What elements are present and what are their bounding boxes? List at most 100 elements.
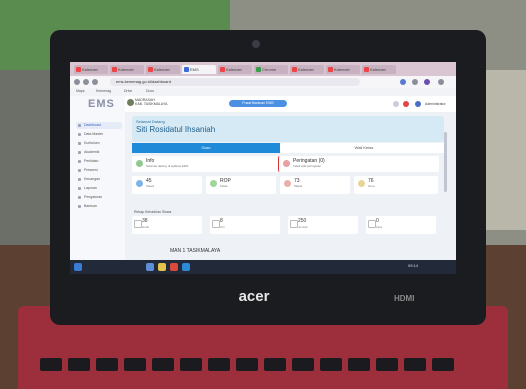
calendar-icon	[78, 169, 81, 172]
tab-label: EMS	[190, 67, 199, 72]
settings-icon[interactable]	[393, 101, 399, 107]
tab-label: Kalender	[334, 67, 351, 72]
app-header: MADRASAH KAB. TASIKMALAYA Pusat Bantuan …	[125, 96, 456, 112]
tab-label: Kalender	[154, 67, 171, 72]
avatar[interactable]	[415, 101, 421, 107]
browser-tab[interactable]: Kalender	[326, 65, 360, 74]
sidebar-item-label: Akademik	[84, 150, 100, 154]
book-icon	[78, 142, 81, 145]
announcement-button[interactable]: Pusat Bantuan EMS	[229, 100, 287, 107]
edge-icon[interactable]	[182, 263, 190, 271]
attendance-stat: 8 Izin	[210, 216, 280, 234]
key[interactable]	[376, 358, 398, 371]
bookmark-item[interactable]: Kemenag	[96, 89, 111, 93]
stat-card-guru: 76 Guru	[354, 176, 438, 194]
bookmark-item[interactable]: Drive	[124, 89, 132, 93]
username[interactable]: Administrator	[425, 102, 446, 106]
sidebar-item-label: Kurikulum	[84, 141, 100, 145]
attendance-value: 8	[220, 218, 223, 224]
key[interactable]	[432, 358, 454, 371]
menu-dots-icon[interactable]	[438, 79, 444, 85]
key[interactable]	[320, 358, 342, 371]
browser-tab[interactable]: Kalender	[110, 65, 144, 74]
tab-label: Kalender	[82, 67, 99, 72]
browser-tab[interactable]: Kalender	[218, 65, 252, 74]
key[interactable]	[208, 358, 230, 371]
sidebar-item-dashboard[interactable]: Dashboard	[76, 122, 122, 129]
tab-label: Kalender	[226, 67, 243, 72]
chrome-icon[interactable]	[170, 263, 178, 271]
tab-label: Kalender	[298, 67, 315, 72]
app-sidebar: EMS Dashboard Data Master Kurikulum Akad…	[70, 96, 125, 260]
sidebar-item[interactable]: Pengaturan	[76, 194, 122, 201]
key[interactable]	[96, 358, 118, 371]
extension-icon[interactable]	[400, 79, 406, 85]
folder-icon	[78, 133, 81, 136]
browser-tab[interactable]: Kalender	[74, 65, 108, 74]
tab-guru[interactable]: Guru	[132, 143, 280, 153]
key[interactable]	[348, 358, 370, 371]
browser-tab-active[interactable]: EMS	[182, 65, 216, 74]
sidebar-item[interactable]: Bantuan	[76, 203, 122, 210]
page-scrollbar[interactable]	[444, 132, 447, 192]
key[interactable]	[404, 358, 426, 371]
key[interactable]	[236, 358, 258, 371]
key[interactable]	[68, 358, 90, 371]
profile-avatar[interactable]	[424, 79, 430, 85]
key[interactable]	[40, 358, 62, 371]
warning-icon	[283, 160, 290, 167]
tab-label: Kalender	[370, 67, 387, 72]
browser-tab[interactable]: Chrome	[254, 65, 288, 74]
url-input[interactable]: ems.kemenag.go.id/dashboard	[110, 78, 360, 86]
tab-wali-kelas[interactable]: Wali Kelas	[294, 143, 434, 153]
start-icon[interactable]	[74, 263, 82, 271]
forward-icon[interactable]	[83, 79, 89, 85]
sidebar-item-label: Dashboard	[84, 123, 102, 127]
sidebar-item[interactable]: Presensi	[76, 167, 122, 174]
folder-icon[interactable]	[158, 263, 166, 271]
tab-favicon-icon	[112, 67, 117, 72]
key[interactable]	[180, 358, 202, 371]
hdmi-label: HDMI	[394, 294, 415, 303]
key[interactable]	[292, 358, 314, 371]
sidebar-item-label: Bantuan	[84, 204, 98, 208]
tab-favicon-icon	[184, 67, 189, 72]
browser-tab[interactable]: Kalender	[362, 65, 396, 74]
app-brand: EMS	[88, 98, 115, 110]
browser-tab[interactable]: Kalender	[146, 65, 180, 74]
sidebar-item[interactable]: Laporan	[76, 185, 122, 192]
sidebar-item[interactable]: Kurikulum	[76, 140, 122, 147]
browser-tab-bar: Kalender Kalender Kalender EMS Kalender …	[70, 62, 456, 76]
section-heading: Rekap Kehadiran Siswa	[134, 210, 172, 214]
tab-favicon-icon	[256, 67, 261, 72]
class-icon	[210, 180, 217, 187]
sidebar-item[interactable]: Akademik	[76, 149, 122, 156]
warning-text: Tidak ada peringatan	[293, 164, 322, 168]
bookmark-item[interactable]: Docs	[146, 89, 154, 93]
webcam-icon	[252, 40, 260, 48]
notification-icon[interactable]	[403, 101, 409, 107]
sidebar-item[interactable]: Keuangan	[76, 176, 122, 183]
bookmark-star-icon[interactable]	[412, 79, 418, 85]
welcome-greeting: Selamat Datang	[136, 119, 165, 124]
key[interactable]	[124, 358, 146, 371]
tab-favicon-icon	[328, 67, 333, 72]
file-explorer-icon[interactable]	[146, 263, 154, 271]
bookmark-item[interactable]: Maps	[76, 89, 85, 93]
browser-tab[interactable]: Kalender	[290, 65, 324, 74]
attendance-label: Izin	[220, 225, 225, 229]
reload-icon[interactable]	[92, 79, 98, 85]
laptop-screen: Kalender Kalender Kalender EMS Kalender …	[70, 62, 456, 274]
sidebar-item[interactable]: Data Master	[76, 131, 122, 138]
back-icon[interactable]	[74, 79, 80, 85]
keyboard	[40, 352, 480, 389]
sidebar-item[interactable]: Penilaian	[76, 158, 122, 165]
calendar-icon	[368, 220, 376, 228]
sidebar-item-label: Presensi	[84, 168, 98, 172]
key[interactable]	[264, 358, 286, 371]
key[interactable]	[152, 358, 174, 371]
address-bar-row: ems.kemenag.go.id/dashboard	[70, 76, 456, 88]
tab-favicon-icon	[76, 67, 81, 72]
attendance-label: Hadir	[142, 225, 150, 229]
attendance-label: Jumlah	[298, 225, 308, 229]
